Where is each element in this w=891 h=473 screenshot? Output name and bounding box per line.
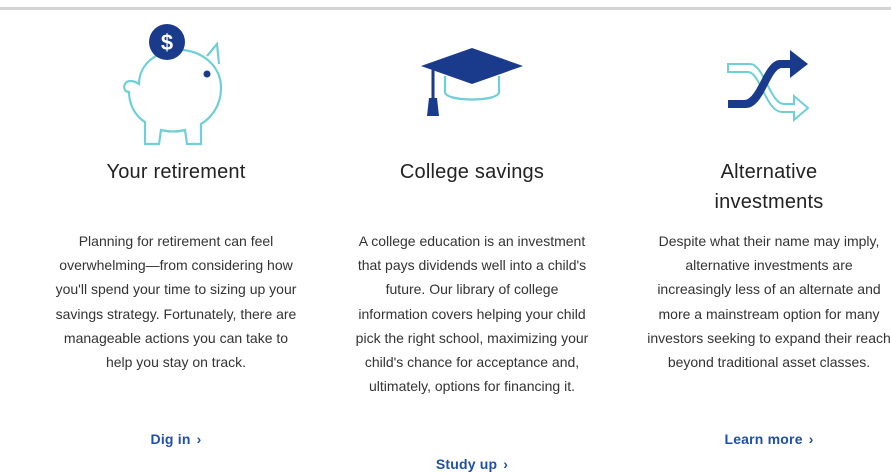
chevron-right-icon: ›: [503, 456, 509, 472]
link-label: Learn more: [724, 431, 803, 447]
graduation-cap-icon: [417, 44, 527, 124]
card-description: A college education is an investment tha…: [355, 233, 589, 395]
chevron-right-icon: ›: [808, 431, 814, 447]
learn-more-link[interactable]: Learn more ›: [639, 431, 891, 447]
card-description: Planning for retirement can feel overwhe…: [55, 233, 297, 371]
study-up-link[interactable]: Study up ›: [342, 456, 602, 472]
shuffle-arrows-icon: [724, 46, 814, 126]
top-divider: [0, 7, 891, 10]
card-title: Your retirement: [106, 161, 246, 183]
link-label: Dig in: [150, 431, 191, 447]
svg-text:$: $: [161, 30, 173, 55]
chevron-right-icon: ›: [196, 431, 202, 447]
link-label: Study up: [435, 456, 498, 472]
piggy-bank-dollar-icon: $: [121, 22, 231, 148]
dig-in-link[interactable]: Dig in ›: [46, 431, 306, 447]
page: $ Your retirement Planning for retiremen…: [0, 0, 891, 473]
card-description: Despite what their name may imply, alter…: [647, 233, 891, 371]
card-title: Alternative investments: [714, 161, 824, 213]
card-title: College savings: [399, 161, 545, 183]
